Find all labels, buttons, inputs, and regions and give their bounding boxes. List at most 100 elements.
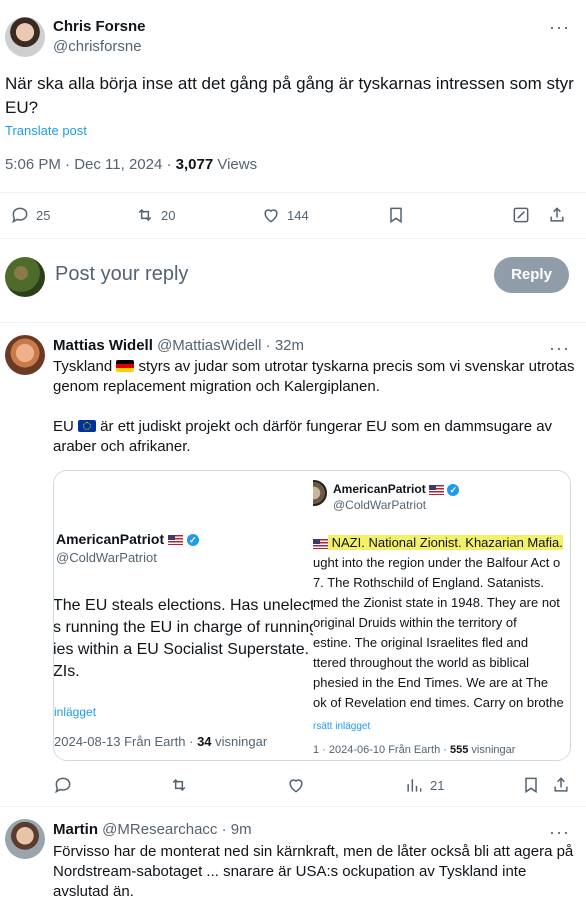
reply-text-part: är ett judiskt projekt och därför funger…: [53, 418, 553, 455]
share-action[interactable]: [547, 205, 567, 225]
reply-time[interactable]: · 9m: [217, 821, 252, 838]
divider: [0, 192, 586, 193]
repost-icon: [138, 208, 152, 222]
reply-button[interactable]: Reply: [494, 257, 569, 293]
reply-input[interactable]: Post your reply: [55, 263, 188, 286]
verified-icon: ✓: [186, 534, 199, 547]
reply-text: Förvisso har de monterat ned sin kärnkra…: [53, 843, 574, 900]
like-count: 144: [287, 207, 309, 223]
heart-icon: [289, 779, 303, 793]
quote-line: ught into the region under the Balfour A…: [313, 555, 561, 570]
quote-line: phesied in the End Times. We are at The: [313, 675, 549, 690]
repost-icon: [172, 778, 186, 792]
reply-icon: [12, 207, 28, 224]
us-flag-icon: [429, 484, 445, 495]
quote-line: s running the EU in charge of running: [54, 619, 313, 636]
reply-text-2: EU är ett judiskt projekt och därför fun…: [53, 417, 578, 457]
reply-count: 25: [36, 207, 51, 223]
quote-screenshot-left: AmericanPatriot ✓ @ColdWarPatriot The EU…: [54, 471, 313, 760]
reply-author-name[interactable]: Martin: [53, 821, 98, 838]
bookmark-action[interactable]: [386, 205, 406, 225]
share-icon: [550, 207, 564, 222]
quote-line: med the Zionist state in 1948. They are …: [313, 595, 560, 610]
views-label: Views: [213, 156, 258, 173]
views-count: 3,077: [175, 156, 214, 173]
like-action[interactable]: 144: [261, 205, 309, 225]
grok-action[interactable]: [511, 205, 531, 225]
quote-line: ttered throughout the world as biblical: [313, 655, 530, 670]
reply-text: Tyskland styrs av judar som utrotar tysk…: [53, 357, 578, 397]
divider: [0, 238, 586, 239]
quote-line: The EU steals elections. Has unelect: [54, 597, 313, 614]
quote-text: The EU steals elections. Has unelect s r…: [54, 595, 313, 683]
timestamp[interactable]: 5:06 PM · Dec 11, 2024 ·: [5, 156, 176, 173]
quote-name-text: AmericanPatriot: [333, 482, 426, 496]
more-icon[interactable]: ···: [549, 339, 570, 357]
quote-meta: 1 · 2024-06-10 Från Earth · 555 visninga…: [313, 744, 515, 756]
quote-text: NAZI. National Zionist. Khazarian Mafia.…: [313, 533, 564, 713]
reply-avatar[interactable]: [5, 335, 45, 375]
author-handle[interactable]: @chrisforsne: [53, 38, 142, 55]
reply-icon: [55, 777, 71, 794]
reply-author-name[interactable]: Mattias Widell: [53, 337, 153, 354]
reply-text-part: Tyskland: [53, 358, 117, 375]
germany-flag-icon: [116, 360, 135, 372]
quote-link: rsätt inlägget: [313, 721, 371, 732]
divider: [0, 806, 586, 807]
quote-name: AmericanPatriot ✓: [333, 482, 460, 496]
repost-count: 20: [161, 207, 176, 223]
reply-avatar[interactable]: [5, 819, 45, 859]
repost-action[interactable]: [169, 775, 189, 795]
quote-line: ZIs.: [54, 663, 80, 680]
quote-screenshot-right: AmericanPatriot ✓ @ColdWarPatriot NAZI. …: [313, 471, 570, 760]
quote-line: estine. The original Israelites fled and: [313, 635, 529, 650]
share-action[interactable]: [551, 775, 571, 795]
quote-meta-views-label: visningar: [211, 734, 268, 749]
my-avatar[interactable]: [5, 257, 45, 297]
quote-name-text: AmericanPatriot: [56, 531, 165, 547]
reply-author-handle[interactable]: @MResearchacc: [102, 821, 217, 838]
quote-line: ok of Revelation end times. Carry on bro…: [313, 695, 564, 710]
quote-name: AmericanPatriot ✓: [56, 531, 199, 547]
quote-meta-views: 555: [449, 744, 469, 756]
divider: [0, 322, 586, 323]
more-icon[interactable]: ···: [549, 18, 570, 36]
quote-link: inlägget: [54, 705, 97, 719]
us-flag-icon: [168, 535, 184, 546]
reply-author-handle[interactable]: @MattiasWidell: [157, 337, 261, 354]
quote-meta-views-label: visningar: [468, 744, 516, 756]
reply-action[interactable]: [53, 775, 73, 795]
quote-meta-date: 1 · 2024-06-10 Från Earth ·: [313, 744, 450, 756]
quote-handle: @ColdWarPatriot: [333, 498, 427, 512]
verified-icon: ✓: [447, 483, 460, 496]
media-card[interactable]: AmericanPatriot ✓ @ColdWarPatriot The EU…: [53, 470, 571, 761]
translate-link[interactable]: Translate post: [5, 123, 87, 138]
author-name[interactable]: Chris Forsne: [53, 18, 146, 35]
quote-handle: @ColdWarPatriot: [56, 550, 157, 565]
bookmark-icon: [390, 207, 402, 224]
quote-meta-date: 2024-08-13 Från Earth ·: [54, 734, 198, 749]
bookmark-action[interactable]: [521, 775, 541, 795]
author-avatar[interactable]: [5, 17, 45, 57]
reply-time[interactable]: · 32m: [261, 337, 304, 354]
quote-line: ies within a EU Socialist Superstate.: [54, 641, 310, 658]
bookmark-icon: [525, 777, 537, 794]
views-action[interactable]: 21: [404, 775, 444, 795]
reply-action[interactable]: 25: [10, 205, 50, 225]
more-icon[interactable]: ···: [549, 823, 570, 841]
views-icon: [407, 779, 422, 792]
reply-header: Mattias Widell @MattiasWidell · 32m: [53, 337, 304, 354]
quote-meta: 2024-08-13 Från Earth · 34 visningar: [54, 734, 267, 749]
us-flag-icon: [313, 538, 328, 549]
views-count: 21: [430, 777, 445, 793]
quote-line: original Druids within the territory of: [313, 615, 517, 630]
quote-line: 7. The Rothschild of England. Satanists.: [313, 575, 545, 590]
reply-text-part: EU: [53, 418, 79, 435]
quote-highlight: NAZI. National Zionist. Khazarian Mafia.: [328, 535, 563, 550]
tweet-text: När ska alla börja inse att det gång på …: [5, 74, 574, 117]
quote-meta-views: 34: [197, 734, 212, 749]
tweet-meta: 5:06 PM · Dec 11, 2024 · 3,077 Views: [5, 156, 257, 173]
share-icon: [554, 777, 568, 792]
like-action[interactable]: [286, 775, 306, 795]
repost-action[interactable]: 20: [135, 205, 175, 225]
